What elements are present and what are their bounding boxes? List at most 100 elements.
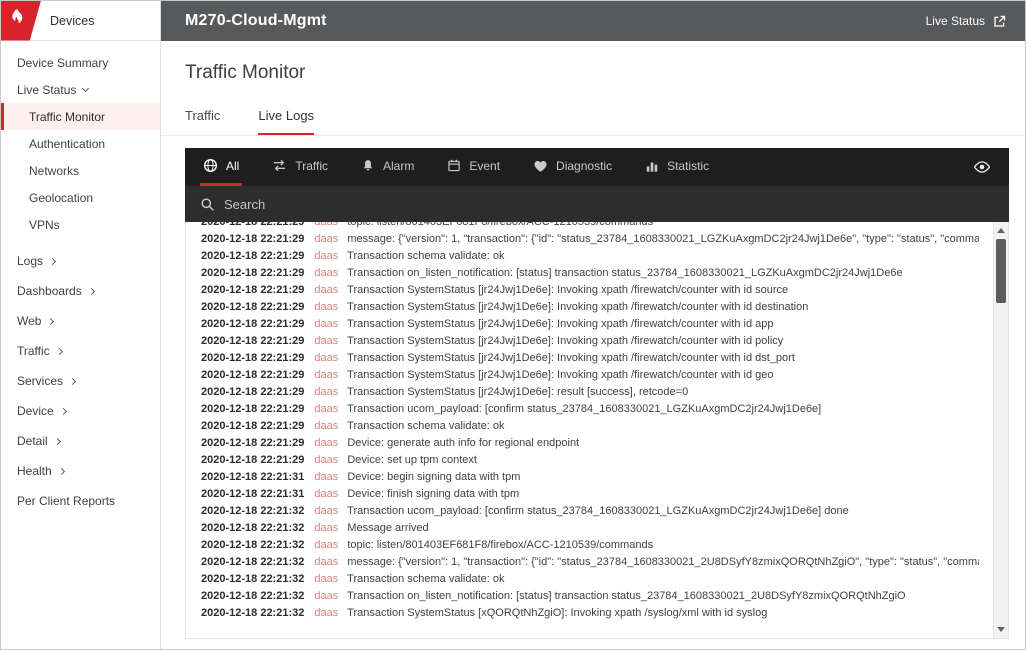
log-message: Transaction SystemStatus [jr24Jwj1De6e]:… bbox=[347, 301, 808, 313]
sidebar-item[interactable]: Device bbox=[1, 396, 160, 426]
log-timestamp: 2020-12-18 22:21:32 bbox=[201, 539, 304, 551]
log-message: topic: listen/801403EF681F8/firebox/ACC-… bbox=[347, 539, 653, 551]
eye-icon[interactable] bbox=[970, 148, 994, 186]
log-timestamp: 2020-12-18 22:21:32 bbox=[201, 522, 304, 534]
bell-icon bbox=[361, 158, 375, 173]
bar-chart-icon bbox=[645, 159, 659, 173]
filter-tab-label: Traffic bbox=[295, 159, 328, 173]
top-header: M270-Cloud-Mgmt Live Status bbox=[161, 1, 1025, 41]
log-timestamp: 2020-12-18 22:21:29 bbox=[201, 369, 304, 381]
sidebar-item[interactable]: Traffic bbox=[1, 336, 160, 366]
search-icon bbox=[200, 197, 215, 212]
log-line: 2020-12-18 22:21:29 daas Transaction uco… bbox=[201, 401, 979, 418]
log-message: Transaction SystemStatus [jr24Jwj1De6e]:… bbox=[347, 335, 783, 347]
log-line: 2020-12-18 22:21:31 daas Device: begin s… bbox=[201, 469, 979, 486]
log-message: Transaction SystemStatus [jr24Jwj1De6e]:… bbox=[347, 352, 795, 364]
filter-tab-statistic[interactable]: Statistic bbox=[642, 148, 712, 186]
content: Traffic Monitor Traffic Live Logs bbox=[161, 41, 1025, 649]
log-message: message: {"version": 1, "transaction": {… bbox=[347, 233, 979, 245]
log-line: 2020-12-18 22:21:32 daas Transaction uco… bbox=[201, 503, 979, 520]
sidebar-item-label: Logs bbox=[17, 254, 43, 268]
scroll-down-arrow-icon[interactable] bbox=[994, 622, 1008, 637]
filter-tab-label: Diagnostic bbox=[556, 159, 612, 173]
log-source: daas bbox=[314, 454, 338, 466]
log-line: 2020-12-18 22:21:29 daas topic: listen/8… bbox=[201, 222, 979, 231]
chevron-right-icon bbox=[58, 467, 65, 474]
log-timestamp: 2020-12-18 22:21:29 bbox=[201, 250, 304, 262]
log-source: daas bbox=[314, 403, 338, 415]
log-source: daas bbox=[314, 352, 338, 364]
sidebar-item[interactable]: Device Summary bbox=[1, 49, 160, 76]
sidebar-item[interactable]: Health bbox=[1, 456, 160, 486]
log-source: daas bbox=[314, 556, 338, 568]
sidebar-header: Devices bbox=[1, 1, 160, 41]
brand-logo bbox=[1, 1, 41, 41]
search-input[interactable] bbox=[224, 197, 544, 212]
filter-tab-diagnostic[interactable]: Diagnostic bbox=[530, 148, 615, 186]
filter-tab-traffic[interactable]: Traffic bbox=[269, 148, 331, 186]
sidebar-item[interactable]: Logs bbox=[1, 246, 160, 276]
log-timestamp: 2020-12-18 22:21:29 bbox=[201, 318, 304, 330]
sidebar-item[interactable]: Detail bbox=[1, 426, 160, 456]
sidebar-item[interactable]: Live Status bbox=[1, 76, 160, 103]
sidebar-item[interactable]: Per Client Reports bbox=[1, 486, 160, 516]
log-filter-bar: All Traffic bbox=[185, 148, 1009, 186]
sidebar-item-label: Web bbox=[17, 314, 41, 328]
sidebar-item-label: Services bbox=[17, 374, 63, 388]
log-source: daas bbox=[314, 573, 338, 585]
log-timestamp: 2020-12-18 22:21:31 bbox=[201, 488, 304, 500]
log-panel: All Traffic bbox=[185, 148, 1009, 639]
log-source: daas bbox=[314, 301, 338, 313]
filter-tab-event[interactable]: Event bbox=[444, 148, 503, 186]
log-timestamp: 2020-12-18 22:21:32 bbox=[201, 505, 304, 517]
scrollbar-thumb[interactable] bbox=[996, 239, 1006, 303]
filter-tab-all[interactable]: All bbox=[200, 148, 242, 186]
log-message: Transaction SystemStatus [xQORQtNhZgiO]:… bbox=[347, 607, 767, 619]
filter-tab-alarm[interactable]: Alarm bbox=[358, 148, 417, 186]
log-search-bar bbox=[185, 186, 1009, 222]
sidebar-item[interactable]: Dashboards bbox=[1, 276, 160, 306]
tab-traffic[interactable]: Traffic bbox=[185, 108, 220, 135]
log-source: daas bbox=[314, 539, 338, 551]
log-message: Transaction SystemStatus [jr24Jwj1De6e]:… bbox=[347, 318, 773, 330]
log-message: Device: generate auth info for regional … bbox=[347, 437, 579, 449]
sidebar-item[interactable]: Traffic Monitor bbox=[1, 103, 160, 130]
flame-icon bbox=[6, 7, 25, 35]
log-timestamp: 2020-12-18 22:21:29 bbox=[201, 222, 304, 228]
log-message: Transaction ucom_payload: [confirm statu… bbox=[347, 403, 821, 415]
sidebar-item[interactable]: VPNs bbox=[1, 211, 160, 238]
filter-tab-label: All bbox=[226, 159, 239, 173]
log-timestamp: 2020-12-18 22:21:32 bbox=[201, 607, 304, 619]
log-line: 2020-12-18 22:21:29 daas Transaction Sys… bbox=[201, 384, 979, 401]
sidebar-item[interactable]: Authentication bbox=[1, 130, 160, 157]
sidebar-item[interactable]: Geolocation bbox=[1, 184, 160, 211]
sidebar-item-label: Geolocation bbox=[29, 191, 93, 205]
log-line: 2020-12-18 22:21:32 daas Transaction sch… bbox=[201, 571, 979, 588]
log-source: daas bbox=[314, 222, 338, 228]
sidebar-item-label: Networks bbox=[29, 164, 79, 178]
log-timestamp: 2020-12-18 22:21:29 bbox=[201, 352, 304, 364]
chevron-right-icon bbox=[54, 437, 61, 444]
log-line: 2020-12-18 22:21:29 daas Transaction Sys… bbox=[201, 350, 979, 367]
scroll-up-arrow-icon[interactable] bbox=[994, 223, 1008, 238]
log-timestamp: 2020-12-18 22:21:32 bbox=[201, 556, 304, 568]
log-scrollbar[interactable] bbox=[993, 222, 1008, 638]
filter-tab-label: Alarm bbox=[383, 159, 414, 173]
page-tabs: Traffic Live Logs bbox=[161, 108, 1025, 136]
filter-tab-label: Event bbox=[469, 159, 500, 173]
sidebar-item[interactable]: Web bbox=[1, 306, 160, 336]
log-timestamp: 2020-12-18 22:21:29 bbox=[201, 420, 304, 432]
live-status-link[interactable]: Live Status bbox=[926, 14, 1007, 29]
log-line: 2020-12-18 22:21:32 daas topic: listen/8… bbox=[201, 537, 979, 554]
chevron-right-icon bbox=[47, 317, 54, 324]
log-message: message: {"version": 1, "transaction": {… bbox=[347, 556, 979, 568]
log-line: 2020-12-18 22:21:29 daas Transaction Sys… bbox=[201, 367, 979, 384]
sidebar-item[interactable]: Services bbox=[1, 366, 160, 396]
chevron-right-icon bbox=[60, 407, 67, 414]
page-title: Traffic Monitor bbox=[161, 41, 1025, 84]
globe-icon bbox=[203, 158, 218, 173]
log-message: Transaction SystemStatus [jr24Jwj1De6e]:… bbox=[347, 284, 788, 296]
sidebar-item[interactable]: Networks bbox=[1, 157, 160, 184]
log-message: Transaction on_listen_notification: [sta… bbox=[347, 590, 905, 602]
tab-live-logs[interactable]: Live Logs bbox=[258, 108, 314, 135]
